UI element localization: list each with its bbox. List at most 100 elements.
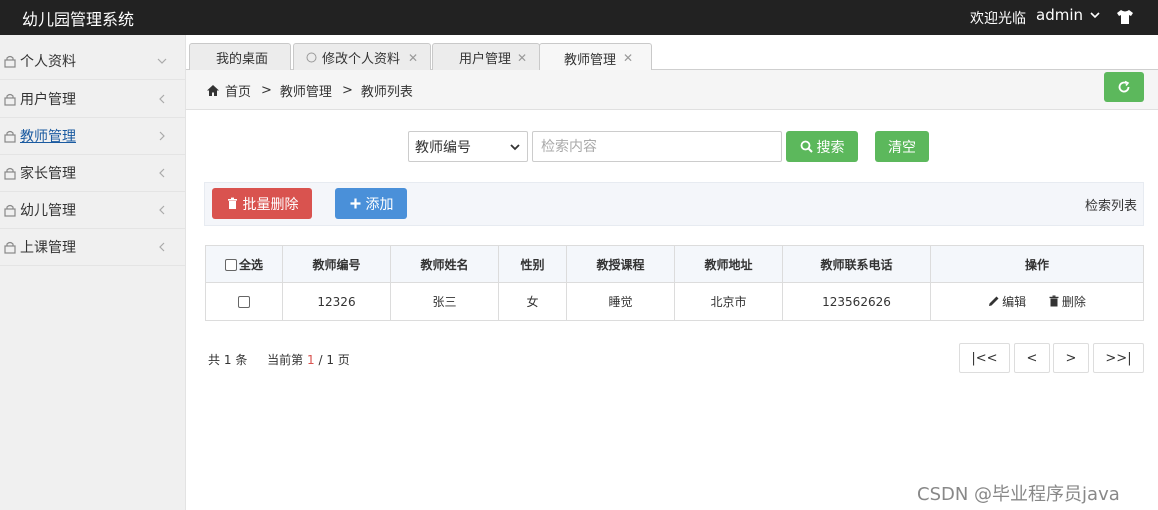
- refresh-icon: [1118, 80, 1130, 93]
- footer-watermark: CSDN @毕业程序员java: [917, 484, 1120, 505]
- teacher-address-cell: 北京市: [674, 282, 783, 321]
- chevron-down-icon: [510, 144, 520, 151]
- sidebar-item-classes[interactable]: 上课管理: [0, 229, 185, 266]
- tab-desktop[interactable]: 我的桌面: [189, 43, 291, 71]
- teacher-course-cell: 睡觉: [566, 282, 675, 321]
- plus-icon: [350, 198, 360, 209]
- username: admin: [1036, 6, 1083, 24]
- prev-page-button[interactable]: <: [1014, 343, 1050, 373]
- breadcrumb-current: 教师列表: [360, 85, 413, 100]
- main-content: 教师编号 搜索 清空 批量删除 添加 检索列表 全选 教师编号 教师姓名 性别 …: [186, 111, 1158, 510]
- search-field-select[interactable]: 教师编号: [408, 131, 528, 162]
- close-icon[interactable]: ✕: [517, 51, 527, 65]
- tab-users[interactable]: 用户管理 ✕: [432, 43, 540, 71]
- column-header: 操作: [930, 245, 1144, 283]
- row-checkbox[interactable]: [238, 296, 250, 308]
- delete-button[interactable]: 删除: [1048, 293, 1086, 310]
- sidebar-item-children[interactable]: 幼儿管理: [0, 192, 185, 229]
- current-page: 1: [307, 353, 315, 367]
- sidebar-item-label: 家长管理: [20, 166, 76, 182]
- close-icon[interactable]: ✕: [623, 51, 633, 65]
- sidebar-item-users[interactable]: 用户管理: [0, 81, 185, 118]
- search-field-value: 教师编号: [415, 139, 471, 156]
- home-icon: [207, 85, 219, 96]
- chevron-right-icon: [159, 131, 165, 141]
- row-actions-cell: 编辑 删除: [930, 282, 1144, 321]
- sidebar-item-label: 幼儿管理: [20, 203, 76, 219]
- refresh-button[interactable]: [1104, 72, 1144, 102]
- teacher-name-cell: 张三: [390, 282, 499, 321]
- first-page-button[interactable]: |<<: [959, 343, 1010, 373]
- current-prefix: 当前第: [267, 353, 304, 367]
- sidebar: 个人资料 用户管理 教师管理 家长管理 幼儿管理 上课管理: [0, 35, 186, 510]
- last-page-button[interactable]: >>|: [1093, 343, 1144, 373]
- select-all-checkbox[interactable]: [224, 259, 237, 271]
- tab-label: 教师管理: [564, 52, 617, 68]
- teacher-gender-cell: 女: [498, 282, 567, 321]
- action-toolbar: 批量删除 添加 检索列表: [204, 182, 1144, 226]
- chevron-left-icon: [159, 94, 165, 104]
- breadcrumb-separator: >: [261, 83, 272, 98]
- chevron-down-icon: [157, 58, 167, 64]
- edit-button[interactable]: 编辑: [988, 293, 1026, 310]
- add-label: 添加: [365, 196, 394, 213]
- teacher-phone-cell: 123562626: [782, 282, 931, 321]
- total-prefix: 共: [208, 353, 221, 367]
- lock-icon: [4, 167, 16, 180]
- lock-icon: [4, 204, 16, 217]
- lock-icon: [4, 55, 16, 68]
- list-title: 检索列表: [1084, 199, 1137, 214]
- select-all-header[interactable]: 全选: [205, 245, 283, 283]
- theme-shirt-icon[interactable]: [1115, 7, 1135, 27]
- breadcrumb-home[interactable]: 首页: [225, 81, 251, 100]
- sidebar-item-teachers[interactable]: 教师管理: [0, 118, 185, 155]
- lock-icon: [4, 241, 16, 254]
- search-button-label: 搜索: [816, 139, 845, 156]
- sidebar-item-profile[interactable]: 个人资料: [0, 43, 185, 80]
- tab-label: 修改个人资料: [322, 52, 401, 67]
- app-title: 幼儿园管理系统: [22, 10, 135, 29]
- lock-icon: [4, 130, 16, 143]
- top-navbar: 幼儿园管理系统 欢迎光临 admin: [0, 0, 1158, 35]
- lock-icon: [4, 93, 16, 106]
- column-header: 教师编号: [282, 245, 391, 283]
- total-suffix: 条: [235, 353, 248, 367]
- search-icon: [800, 140, 813, 153]
- breadcrumb-separator: >: [341, 83, 353, 98]
- user-menu[interactable]: admin: [1036, 6, 1101, 24]
- next-page-button[interactable]: >: [1053, 343, 1089, 373]
- sidebar-item-label: 上课管理: [20, 240, 76, 256]
- search-input[interactable]: [532, 131, 782, 162]
- chevron-left-icon: [159, 168, 165, 178]
- table-header-row: 全选 教师编号 教师姓名 性别 教授课程 教师地址 教师联系电话 操作: [205, 245, 1144, 283]
- pagination-info: 共 1 条 当前第 1 / 1 页: [208, 351, 350, 368]
- clear-button-label: 清空: [888, 139, 916, 156]
- column-header: 教师联系电话: [782, 245, 931, 283]
- total-count: 1: [223, 353, 232, 367]
- tab-teachers[interactable]: 教师管理 ✕: [539, 43, 652, 72]
- tab-label: 我的桌面: [216, 52, 269, 67]
- search-button[interactable]: 搜索: [786, 131, 858, 162]
- tab-bar: 我的桌面 修改个人资料 ✕ 用户管理 ✕ 教师管理 ✕: [186, 35, 1158, 72]
- sidebar-item-parents[interactable]: 家长管理: [0, 155, 185, 192]
- breadcrumb-bar: 首页 > 教师管理 > 教师列表: [186, 70, 1158, 110]
- column-header: 教师姓名: [390, 245, 499, 283]
- batch-delete-label: 批量删除: [242, 196, 299, 213]
- chevron-down-icon: [1090, 12, 1100, 19]
- refresh-circle-icon: [306, 52, 317, 63]
- chevron-left-icon: [159, 242, 165, 252]
- teacher-id-cell: 12326: [282, 282, 391, 321]
- sidebar-item-label: 教师管理: [20, 129, 76, 145]
- welcome-text: 欢迎光临: [970, 11, 1026, 27]
- column-header: 教授课程: [566, 245, 675, 283]
- add-button[interactable]: 添加: [335, 188, 407, 219]
- clear-button[interactable]: 清空: [875, 131, 929, 162]
- tab-label: 用户管理: [459, 52, 512, 67]
- trash-icon: [1049, 295, 1059, 307]
- page-total: / 1 页: [318, 353, 350, 367]
- batch-delete-button[interactable]: 批量删除: [212, 188, 312, 219]
- breadcrumb-teachers[interactable]: 教师管理: [280, 81, 332, 100]
- column-header: 性别: [498, 245, 567, 283]
- close-icon[interactable]: ✕: [408, 51, 418, 65]
- tab-edit-profile[interactable]: 修改个人资料 ✕: [293, 43, 431, 71]
